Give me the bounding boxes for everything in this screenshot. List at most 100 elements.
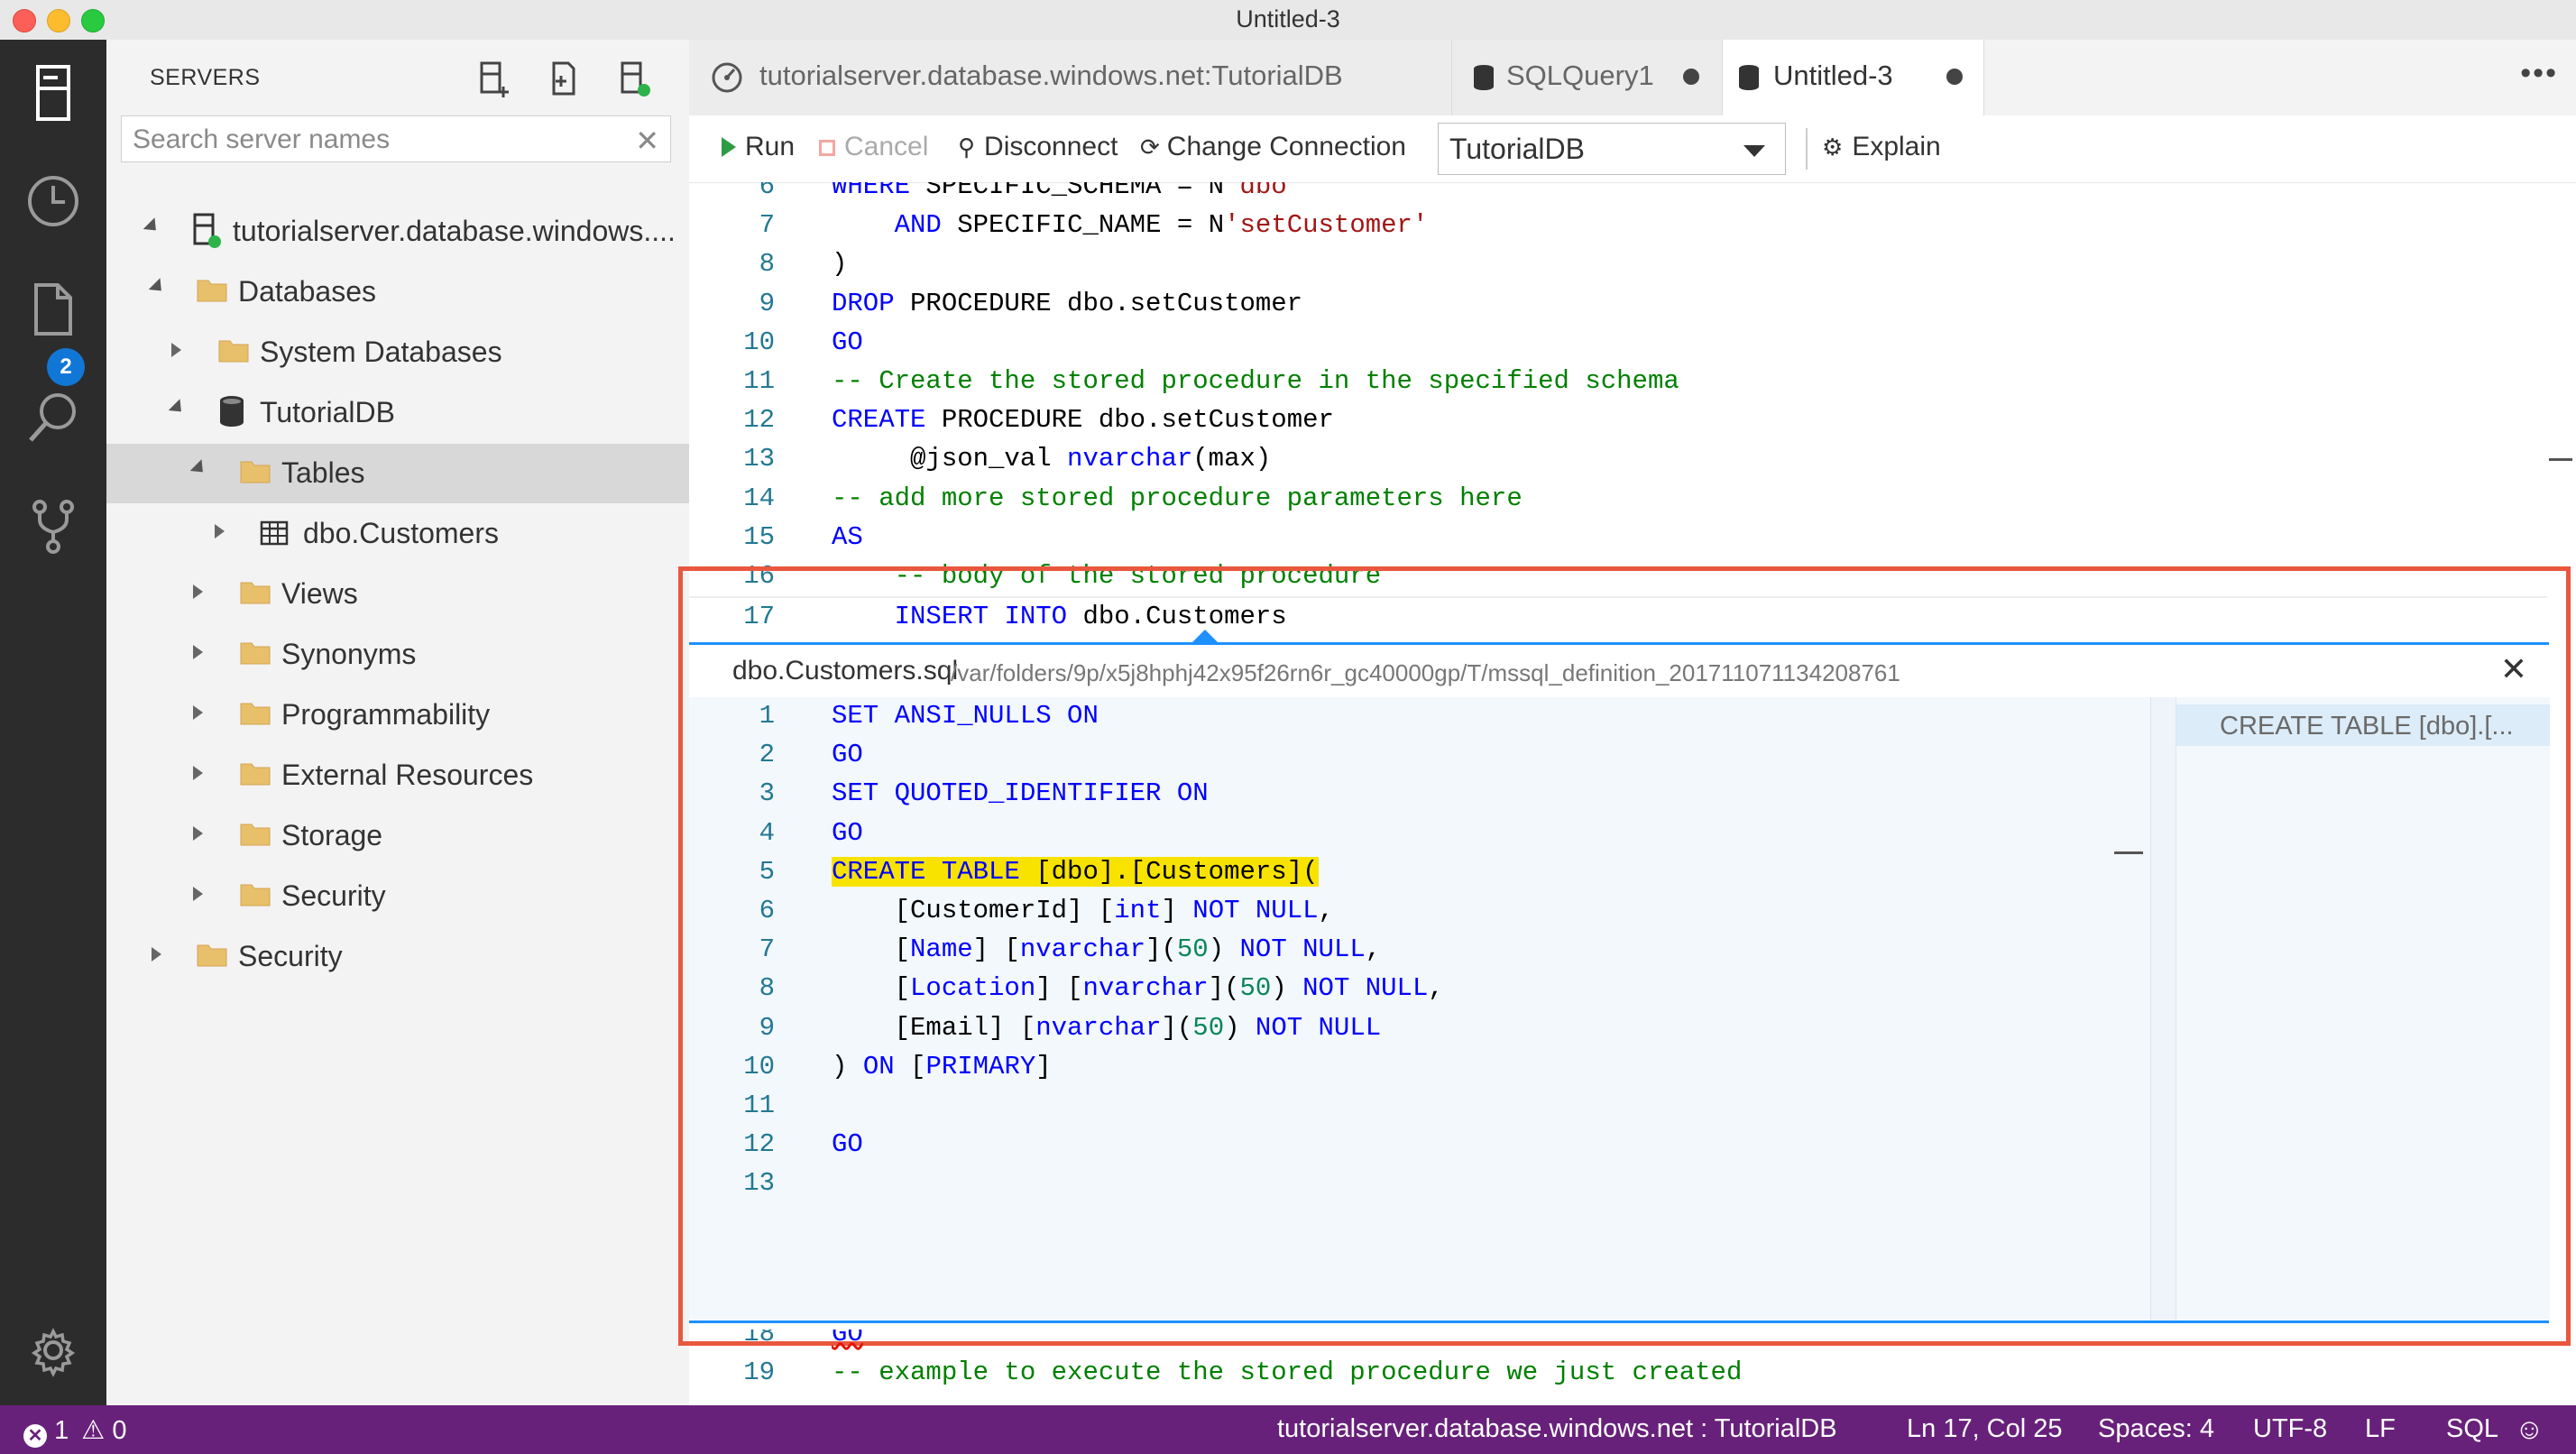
tree-item-tables[interactable]: Tables [106,444,689,503]
eol-status[interactable]: LF [2365,1414,2396,1444]
code-line[interactable]: 18 GO [689,1330,2547,1354]
code-line[interactable]: 6 WHERE SPECIFIC_SCHEMA = N'dbo' [689,182,2547,207]
connection-status[interactable]: tutorialserver.database.windows.net : Tu… [1277,1414,1837,1444]
tree-item-server[interactable]: tutorialserver.database.windows.... [106,202,689,262]
change-connection-button[interactable]: ⟳ Change Connection [1140,132,1406,162]
search-box: ✕ [121,115,671,163]
tree-item-label: Programmability [281,698,491,731]
play-icon [722,137,736,157]
unsaved-dot-icon[interactable] [1683,69,1699,85]
collapsed-chevron-icon[interactable] [193,766,203,780]
cursor-position[interactable]: Ln 17, Col 25 [1907,1414,2063,1444]
collapsed-chevron-icon[interactable] [193,584,203,599]
expanded-chevron-icon[interactable] [189,459,209,478]
code-token: 'setCustomer' [1224,210,1429,241]
editor-code-bottom[interactable]: 18 GO 19 -- example to execute the stored p… [689,1330,2547,1405]
tree-item-db-security[interactable]: Security [106,867,689,926]
collapsed-chevron-icon[interactable] [171,343,181,357]
new-server-group-icon[interactable] [547,60,583,99]
tree-item-views[interactable]: Views [106,565,689,624]
tree-item-external-resources[interactable]: External Resources [106,746,689,805]
line-number: 14 [743,483,775,513]
code-line[interactable]: 10 GO [689,324,2547,363]
tab-sqlquery1[interactable]: SQLQuery1 [1452,40,1723,115]
editor-code-top[interactable]: 6 WHERE SPECIFIC_SCHEMA = N'dbo' 7 AND SPE… [689,182,2547,633]
indentation-status[interactable]: Spaces: 4 [2098,1414,2214,1444]
tree-item-databases[interactable]: Databases [106,262,689,322]
folder-icon [240,763,271,786]
expanded-chevron-icon[interactable] [148,278,168,297]
code-text: -- add more stored procedure parameters … [832,483,1523,513]
tree-item-label: Tables [281,456,365,489]
cancel-button[interactable]: Cancel [819,132,928,162]
tree-item-label: TutorialDB [260,396,395,428]
disconnect-plug-icon: ⚲ [958,133,976,161]
code-line[interactable]: 19 -- example to execute the stored proce… [689,1354,2547,1393]
code-line[interactable]: 8) [689,245,2547,284]
change-connection-icon: ⟳ [1140,133,1160,161]
unsaved-dot-icon[interactable] [1946,69,1963,85]
encoding-status[interactable]: UTF-8 [2253,1414,2327,1444]
tree-item-label: Storage [281,819,383,851]
tree-item-dbo-customers[interactable]: dbo.Customers [106,504,689,564]
code-token: -- add more stored procedure parameters … [832,483,1523,513]
search-icon[interactable] [22,386,85,449]
folder-icon [240,884,271,906]
warning-count: 0 [112,1416,127,1445]
run-button[interactable]: Run [722,132,795,162]
collapsed-chevron-icon[interactable] [193,826,203,841]
toolbar-divider [1806,128,1808,170]
collapsed-chevron-icon[interactable] [193,705,203,720]
search-input[interactable] [131,116,639,163]
expanded-chevron-icon[interactable] [143,217,162,236]
tree-item-server-security[interactable]: Security [106,927,689,987]
code-text: AS [832,522,863,552]
tree-item-storage[interactable]: Storage [106,806,689,866]
sidebar-title: SERVERS [150,65,261,90]
code-line[interactable]: 11 -- Create the stored procedure in the … [689,363,2547,401]
line-number: 6 [759,182,775,201]
code-text: GO [832,327,863,357]
servers-icon[interactable] [22,61,85,124]
tree-item-programmability[interactable]: Programmability [106,686,689,745]
problems-indicator[interactable]: ✕ 1 ⚠ 0 [23,1414,126,1448]
stop-icon [819,140,835,156]
files-icon[interactable] [22,278,85,341]
tab-label: tutorialserver.database.windows.net:Tuto… [759,60,1343,91]
tree-item-tutorialdb[interactable]: TutorialDB [106,383,689,443]
code-line[interactable]: 13 @json_val nvarchar(max) [689,440,2547,479]
tab-bar: tutorialserver.database.windows.net:Tuto… [689,40,2576,115]
explain-button[interactable]: ⚙ Explain [1822,132,1941,162]
source-control-icon[interactable] [22,494,85,557]
expanded-chevron-icon[interactable] [168,399,188,418]
code-line[interactable]: 7 AND SPECIFIC_NAME = N'setCustomer' [689,207,2547,245]
code-line[interactable]: 14 -- add more stored procedure parameter… [689,480,2547,519]
folder-icon [240,582,271,604]
tree-item-system-databases[interactable]: System Databases [106,323,689,382]
collapsed-chevron-icon[interactable] [193,887,203,901]
disconnect-button[interactable]: ⚲ Disconnect [958,132,1118,162]
new-connection-icon[interactable] [476,60,512,99]
clear-search-icon[interactable]: ✕ [635,124,659,158]
collapsed-chevron-icon[interactable] [215,524,225,538]
settings-gear-icon[interactable] [22,1319,85,1382]
feedback-smiley-icon[interactable]: ☺ [2515,1413,2544,1446]
code-line[interactable]: 12 CREATE PROCEDURE dbo.setCustomer [689,401,2547,440]
database-icon [220,396,244,427]
tab-dashboard[interactable]: tutorialserver.database.windows.net:Tuto… [689,40,1452,115]
tab-untitled-3[interactable]: Untitled-3 [1723,40,1984,115]
code-line[interactable]: 15 AS [689,519,2547,557]
code-line[interactable]: 9 DROP PROCEDURE dbo.setCustomer [689,285,2547,324]
code-token: -- example to execute the stored procedu… [832,1357,1743,1388]
tree-item-synonyms[interactable]: Synonyms [106,625,689,685]
language-mode[interactable]: SQL [2446,1414,2498,1444]
more-actions-icon[interactable]: ••• [2520,56,2558,91]
collapsed-chevron-icon[interactable] [193,645,203,659]
explain-plan-icon: ⚙ [1822,133,1844,161]
collapsed-chevron-icon[interactable] [152,947,161,962]
database-select[interactable]: TutorialDB [1438,123,1786,175]
tab-label: Untitled-3 [1773,60,1893,91]
active-connections-icon[interactable] [617,60,653,99]
history-icon[interactable] [22,170,85,233]
code-token: SPECIFIC_SCHEMA = N [925,182,1225,201]
